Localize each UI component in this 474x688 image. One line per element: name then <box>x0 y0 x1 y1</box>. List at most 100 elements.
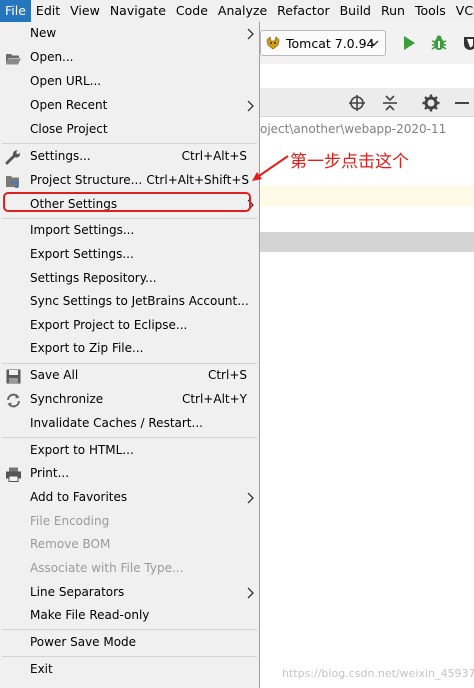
menu-item-import-settings[interactable]: Import Settings... <box>0 220 259 243</box>
menu-item-export-settings[interactable]: Export Settings... <box>0 244 259 267</box>
menu-item-label: Open Recent <box>30 98 108 112</box>
menu-code[interactable]: Code <box>171 0 213 22</box>
menu-item-open-recent[interactable]: Open Recent <box>0 95 259 118</box>
menu-item-label: Line Separators <box>30 585 125 599</box>
menu-item-label: Power Save Mode <box>30 635 137 649</box>
menu-item-label: Make File Read-only <box>30 608 150 622</box>
menu-item-label: Sync Settings to JetBrains Account... <box>30 294 249 308</box>
menu-item-label: Export Settings... <box>30 247 134 261</box>
collapse-all-icon[interactable] <box>382 94 398 112</box>
menu-item-label: Import Settings... <box>30 223 135 237</box>
menu-item-open-url[interactable]: Open URL... <box>0 71 259 94</box>
editor-tabs-area <box>260 64 474 88</box>
menu-item-power-save-mode[interactable]: Power Save Mode <box>0 632 259 655</box>
chevron-right-icon <box>247 100 254 112</box>
menu-item-label: Associate with File Type... <box>30 561 184 575</box>
menu-item-label: Settings... <box>30 149 91 163</box>
menu-item-label: File Encoding <box>30 514 110 528</box>
menu-separator <box>2 656 257 657</box>
tomcat-icon <box>266 36 280 50</box>
menu-item-shortcut: Ctrl+S <box>207 368 247 382</box>
menu-run[interactable]: Run <box>376 0 410 22</box>
menu-bar: File Edit View Navigate Code Analyze Ref… <box>0 0 474 23</box>
menu-item-label: Project Structure... <box>30 173 143 187</box>
menu-item-synchronize[interactable]: Synchronize Ctrl+Alt+Y <box>0 389 259 412</box>
menu-item-label: Close Project <box>30 122 108 136</box>
project-panel-header <box>260 88 474 117</box>
menu-item-open[interactable]: Open... <box>0 47 259 70</box>
menu-build[interactable]: Build <box>335 0 376 22</box>
chevron-right-icon <box>247 492 254 504</box>
menu-separator <box>2 629 257 630</box>
file-menu-dropdown: New Open... Open URL... Open Recent Clos… <box>0 22 260 688</box>
menu-item-label: Open URL... <box>30 74 102 88</box>
menu-item-add-to-favorites[interactable]: Add to Favorites <box>0 487 259 510</box>
menu-item-label: Settings Repository... <box>30 271 157 285</box>
menu-analyze[interactable]: Analyze <box>213 0 272 22</box>
menu-item-exit[interactable]: Exit <box>0 659 259 682</box>
main-toolbar: Tomcat 7.0.94 <box>260 22 474 65</box>
menu-item-label: Export Project to Eclipse... <box>30 318 188 332</box>
annotation-highlight-box <box>3 192 251 212</box>
menu-vcs[interactable]: VCS <box>451 0 474 22</box>
menu-item-print[interactable]: Print... <box>0 463 259 486</box>
menu-item-close-project[interactable]: Close Project <box>0 119 259 142</box>
menu-item-shortcut: Ctrl+Alt+Y <box>181 392 247 406</box>
crosshair-icon[interactable] <box>348 94 366 112</box>
menu-item-settings-repository[interactable]: Settings Repository... <box>0 268 259 291</box>
menu-item-associate-file-type: Associate with File Type... <box>0 558 259 581</box>
coverage-icon[interactable] <box>462 35 474 51</box>
menu-item-project-structure[interactable]: Project Structure... Ctrl+Alt+Shift+S <box>0 170 259 193</box>
menu-item-label: Open... <box>30 50 74 64</box>
menu-item-label: Synchronize <box>30 392 104 406</box>
menu-tools[interactable]: Tools <box>410 0 451 22</box>
watermark: https://blog.csdn.net/weixin_45937875 <box>282 667 474 680</box>
menu-item-make-read-only[interactable]: Make File Read-only <box>0 605 259 628</box>
annotation-arrow-icon <box>252 155 289 181</box>
run-config-label: Tomcat 7.0.94 <box>286 35 375 51</box>
menu-refactor[interactable]: Refactor <box>272 0 334 22</box>
menu-file[interactable]: File <box>0 0 31 22</box>
menu-item-shortcut: Ctrl+Alt+S <box>181 149 247 163</box>
run-config-selector[interactable]: Tomcat 7.0.94 <box>260 30 386 56</box>
sync-icon <box>7 393 20 408</box>
menu-separator <box>2 437 257 438</box>
minimize-icon[interactable] <box>454 94 470 112</box>
menu-navigate[interactable]: Navigate <box>105 0 171 22</box>
menu-item-sync-settings[interactable]: Sync Settings to JetBrains Account... <box>0 291 259 314</box>
menu-item-new[interactable]: New <box>0 23 259 46</box>
chevron-down-icon <box>369 40 379 46</box>
run-icon[interactable] <box>402 35 416 51</box>
menu-item-export-eclipse[interactable]: Export Project to Eclipse... <box>0 315 259 338</box>
menu-item-invalidate-caches[interactable]: Invalidate Caches / Restart... <box>0 413 259 436</box>
menu-item-label: Exit <box>30 662 53 676</box>
menu-item-export-html[interactable]: Export to HTML... <box>0 440 259 463</box>
menu-item-line-separators[interactable]: Line Separators <box>0 582 259 605</box>
printer-icon <box>6 467 21 482</box>
menu-item-settings[interactable]: Settings... Ctrl+Alt+S <box>0 146 259 169</box>
annotation-text: 第一步点击这个 <box>290 152 409 172</box>
menu-item-label: Remove BOM <box>30 537 111 551</box>
menu-view[interactable]: View <box>65 0 105 22</box>
menu-edit[interactable]: Edit <box>31 0 65 22</box>
menu-item-file-encoding: File Encoding <box>0 511 259 534</box>
save-icon <box>6 369 21 384</box>
menu-item-export-zip[interactable]: Export to Zip File... <box>0 338 259 361</box>
menu-separator <box>2 143 257 144</box>
gear-icon[interactable] <box>422 94 440 112</box>
menu-item-label: Add to Favorites <box>30 490 128 504</box>
menu-item-label: Print... <box>30 466 70 480</box>
menu-item-label: Export to Zip File... <box>30 341 144 355</box>
wrench-icon <box>5 150 21 165</box>
project-structure-icon <box>6 176 19 188</box>
chevron-right-icon <box>247 28 254 40</box>
menu-item-label: Export to HTML... <box>30 443 134 457</box>
menu-separator <box>2 218 257 219</box>
menu-item-save-all[interactable]: Save All Ctrl+S <box>0 365 259 388</box>
selected-line-band <box>260 186 474 206</box>
menu-item-remove-bom: Remove BOM <box>0 534 259 557</box>
folder-open-icon <box>6 54 21 65</box>
chevron-right-icon <box>247 587 254 599</box>
debug-icon[interactable] <box>430 34 448 52</box>
menu-item-label: Save All <box>30 368 79 382</box>
